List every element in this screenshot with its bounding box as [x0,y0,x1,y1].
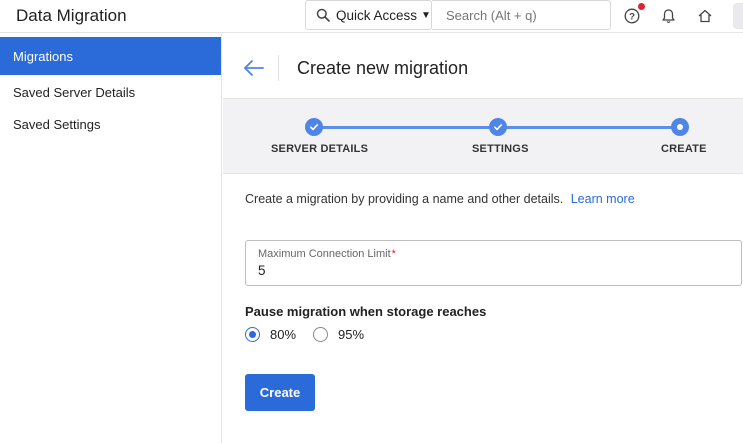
page-title: Create new migration [297,58,469,78]
step-label-settings: SETTINGS [472,143,529,155]
back-arrow-icon[interactable] [243,59,265,77]
quick-access-label: Quick Access [336,7,418,23]
caret-down-icon: ▼ [421,9,431,21]
title-divider [278,55,279,81]
step-connector [314,126,497,129]
sidebar-item-label: Migrations [13,48,73,64]
step-label-create: CREATE [661,143,707,155]
description: Create a migration by providing a name a… [245,192,564,206]
sidebar-item-saved-server-details[interactable]: Saved Server Details [0,76,221,108]
step-settings-dot [489,118,507,136]
sidebar-item-saved-settings[interactable]: Saved Settings [0,108,221,140]
radio-label: 95% [338,327,365,342]
radio-button-80[interactable] [245,327,260,342]
required-marker: * [391,248,396,260]
radio-label: 80% [270,327,297,342]
help-button[interactable]: ? [622,3,645,26]
quick-access-dropdown[interactable]: Quick Access ▼ [305,0,432,30]
max-connection-label: Maximum Connection Limit [258,248,391,260]
global-search-input[interactable] [432,0,611,30]
app-title: Data Migration [16,6,127,25]
check-icon [309,123,319,131]
max-connection-input[interactable] [258,263,718,278]
home-button[interactable] [695,6,715,26]
check-icon [493,123,503,131]
sidebar-item-migrations[interactable]: Migrations [0,37,221,75]
radio-button-95[interactable] [313,327,328,342]
step-label-server-details: SERVER DETAILS [271,143,369,155]
pause-label: Pause migration when storage reaches [245,304,487,319]
description-text: Create a migration by providing a name a… [245,192,635,206]
learn-more-link[interactable]: Learn more [571,192,635,206]
search-icon [316,8,330,22]
create-button[interactable]: Create [245,374,315,411]
step-server-details-dot [305,118,323,136]
avatar[interactable] [733,3,743,29]
radio-option-80[interactable]: 80% [245,327,296,342]
radio-option-95[interactable]: 95% [313,327,364,342]
notifications-button[interactable] [658,6,678,26]
step-connector [497,126,680,129]
help-icon: ? [624,8,640,24]
step-create-dot [671,118,689,136]
sidebar-item-label: Saved Settings [13,116,101,132]
max-connection-field[interactable]: Maximum Connection Limit* [245,240,742,286]
notification-dot [638,3,645,10]
progress-stepper: SERVER DETAILS SETTINGS CREATE [223,98,743,174]
home-icon [698,9,712,23]
main-content: Create new migration SERVER DETAILS SETT… [223,33,743,443]
svg-text:?: ? [629,12,635,23]
field-label: Maximum Connection Limit* [258,248,396,260]
top-header: Data Migration Quick Access ▼ ? [0,0,743,33]
sidebar: Migrations Saved Server Details Saved Se… [0,33,222,443]
bell-icon [661,9,675,23]
sidebar-item-label: Saved Server Details [13,84,136,100]
